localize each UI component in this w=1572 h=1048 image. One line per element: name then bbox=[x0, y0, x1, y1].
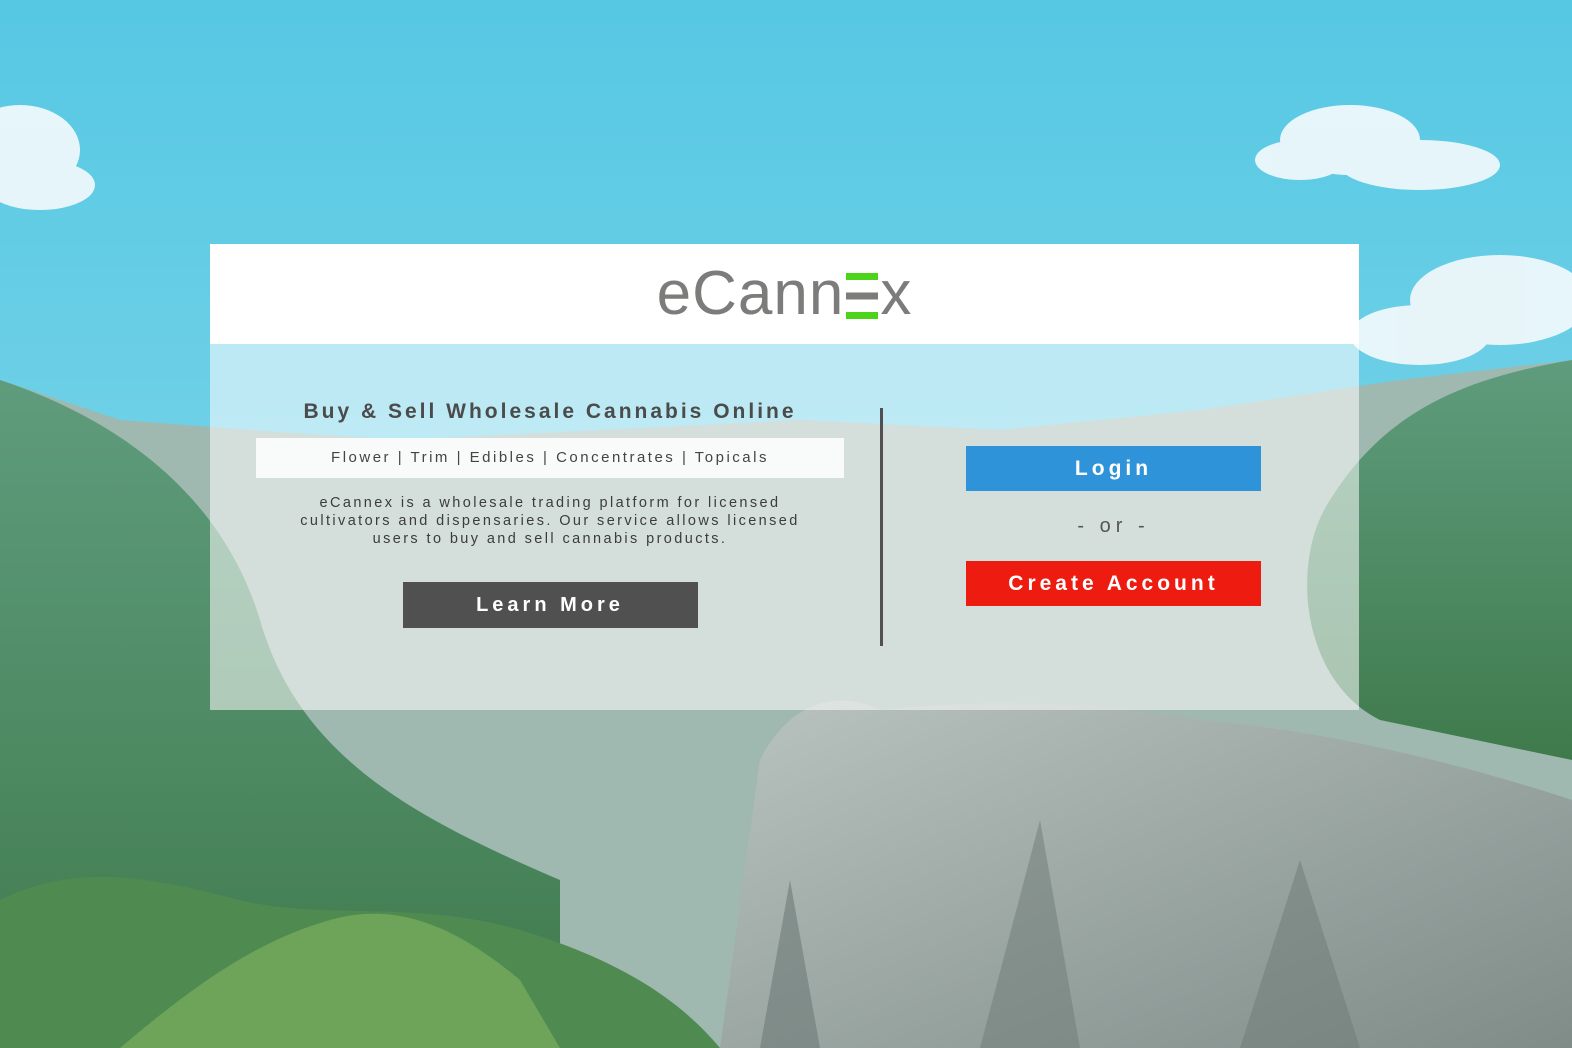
hero-card: eCann x Buy & Sell Wholesale Cannabis On… bbox=[210, 244, 1359, 710]
description: eCannex is a wholesale trading platform … bbox=[256, 494, 844, 548]
description-line: eCannex is a wholesale trading platform … bbox=[319, 495, 781, 511]
category-list: Flower | Trim | Edibles | Concentrates |… bbox=[256, 438, 844, 478]
card-header: eCann x bbox=[210, 244, 1359, 344]
or-separator: - or - bbox=[1077, 515, 1150, 537]
logo-text-prefix: eCann bbox=[656, 259, 845, 328]
intro-section: Buy & Sell Wholesale Cannabis Online Flo… bbox=[256, 394, 844, 628]
auth-section: Login - or - Create Account bbox=[966, 446, 1261, 606]
learn-more-button[interactable]: Learn More bbox=[402, 582, 698, 628]
logo-text-suffix: x bbox=[880, 259, 913, 328]
tagline: Buy & Sell Wholesale Cannabis Online bbox=[303, 400, 797, 423]
create-account-button[interactable]: Create Account bbox=[966, 561, 1261, 606]
logo-green-e-icon bbox=[846, 273, 879, 319]
ecannex-logo[interactable]: eCann x bbox=[210, 244, 1359, 344]
vertical-divider bbox=[880, 408, 883, 646]
description-line: cultivators and dispensaries. Our servic… bbox=[300, 513, 800, 529]
description-line: users to buy and sell cannabis products. bbox=[372, 531, 728, 547]
login-button[interactable]: Login bbox=[966, 446, 1261, 491]
